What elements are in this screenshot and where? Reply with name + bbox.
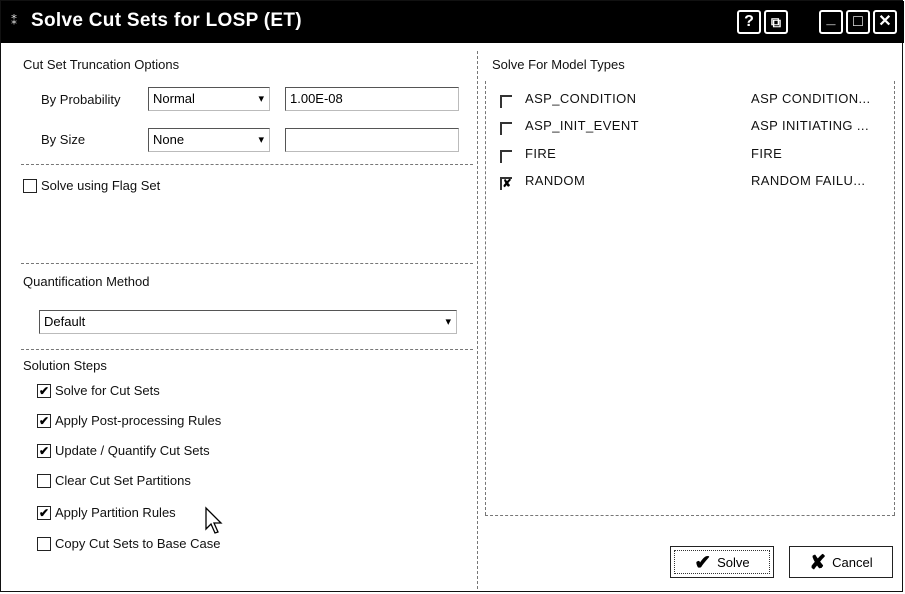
model-row-desc: ASP INITIATING ...: [751, 118, 869, 133]
model-row-desc: ASP CONDITION...: [751, 91, 871, 106]
cancel-button[interactable]: ✘ Cancel: [789, 546, 893, 578]
solve-cut-sets-dialog: ⁑ Solve Cut Sets for LOSP (ET) ? ⧉ _ □ ✕…: [0, 0, 904, 592]
close-button[interactable]: ✕: [873, 10, 897, 34]
check-icon: ✔: [38, 414, 50, 428]
by-probability-select[interactable]: Normal ▾: [148, 87, 270, 111]
quantification-select[interactable]: Default ▾: [39, 310, 457, 334]
probability-input[interactable]: 1.00E-08: [285, 87, 459, 111]
step-quantify-checkbox[interactable]: ✔: [37, 444, 51, 458]
restore-button[interactable]: ⧉: [764, 10, 788, 34]
focus-rect: [674, 550, 770, 574]
help-icon: ?: [744, 13, 754, 30]
step-post-processing-checkbox[interactable]: ✔: [37, 414, 51, 428]
separator: [21, 349, 473, 350]
x-mark-icon: ✘: [502, 178, 512, 190]
minimize-icon: _: [826, 10, 836, 27]
model-row-checkbox[interactable]: [500, 95, 512, 108]
cancel-button-label: Cancel: [832, 554, 873, 570]
by-probability-label: By Probability: [41, 92, 121, 107]
chevron-down-icon: ▾: [445, 316, 451, 328]
flag-set-checkbox[interactable]: [23, 179, 37, 193]
title-bar[interactable]: ⁑ Solve Cut Sets for LOSP (ET) ? ⧉ _ □ ✕: [1, 1, 904, 43]
step-partition-rules-checkbox[interactable]: ✔: [37, 506, 51, 520]
step-solve-checkbox[interactable]: ✔: [37, 384, 51, 398]
pane-divider: [477, 51, 478, 589]
quantification-value: Default: [44, 314, 86, 329]
size-input[interactable]: [285, 128, 459, 152]
mouse-cursor-icon: [205, 506, 223, 534]
by-probability-value: Normal: [153, 91, 195, 106]
model-row-desc: FIRE: [751, 146, 783, 161]
model-row-checkbox[interactable]: [500, 150, 512, 163]
quantification-heading: Quantification Method: [23, 274, 150, 289]
step-clear-partitions-checkbox[interactable]: [37, 474, 51, 488]
step-quantify-label: Update / Quantify Cut Sets: [55, 443, 210, 458]
solve-button[interactable]: ✔ Solve: [670, 546, 774, 578]
check-icon: ✔: [38, 444, 50, 458]
flag-set-label: Solve using Flag Set: [41, 178, 161, 193]
help-button[interactable]: ?: [737, 10, 761, 34]
separator: [21, 263, 473, 264]
list-border-left: [485, 81, 486, 515]
model-row-name[interactable]: ASP_CONDITION: [525, 91, 636, 106]
check-icon: ✔: [38, 384, 50, 398]
step-post-processing-label: Apply Post-processing Rules: [55, 413, 222, 428]
system-menu-icon[interactable]: ⁑: [11, 14, 17, 28]
truncation-heading: Cut Set Truncation Options: [23, 57, 180, 72]
model-row-name[interactable]: ASP_INIT_EVENT: [525, 118, 639, 133]
chevron-down-icon: ▾: [258, 93, 264, 105]
by-size-value: None: [153, 132, 185, 147]
close-icon: ✕: [878, 13, 892, 30]
solution-steps-heading: Solution Steps: [23, 358, 107, 373]
restore-icon: ⧉: [771, 14, 781, 30]
list-border-right: [894, 81, 895, 515]
model-row-checkbox[interactable]: [500, 122, 512, 135]
maximize-icon: □: [853, 13, 863, 30]
model-types-heading: Solve For Model Types: [492, 57, 625, 72]
step-copy-base-label: Copy Cut Sets to Base Case: [55, 536, 221, 551]
list-border-bottom: [485, 515, 895, 516]
step-partition-rules-label: Apply Partition Rules: [55, 505, 176, 520]
maximize-button[interactable]: □: [846, 10, 870, 34]
chevron-down-icon: ▾: [258, 134, 264, 146]
model-row-checkbox[interactable]: ✘: [500, 177, 512, 190]
by-size-select[interactable]: None ▾: [148, 128, 270, 152]
minimize-button[interactable]: _: [819, 10, 843, 34]
by-size-label: By Size: [41, 132, 86, 147]
model-row-name[interactable]: RANDOM: [525, 173, 585, 188]
separator: [21, 164, 473, 165]
check-icon: ✔: [38, 506, 50, 520]
model-row-desc: RANDOM FAILU...: [751, 173, 866, 188]
cancel-x-icon: ✘: [809, 551, 827, 574]
model-row-name[interactable]: FIRE: [525, 146, 556, 161]
step-copy-base-checkbox[interactable]: [37, 537, 51, 551]
step-clear-partitions-label: Clear Cut Set Partitions: [55, 473, 191, 488]
step-solve-label: Solve for Cut Sets: [55, 383, 160, 398]
window-title: Solve Cut Sets for LOSP (ET): [31, 10, 302, 31]
